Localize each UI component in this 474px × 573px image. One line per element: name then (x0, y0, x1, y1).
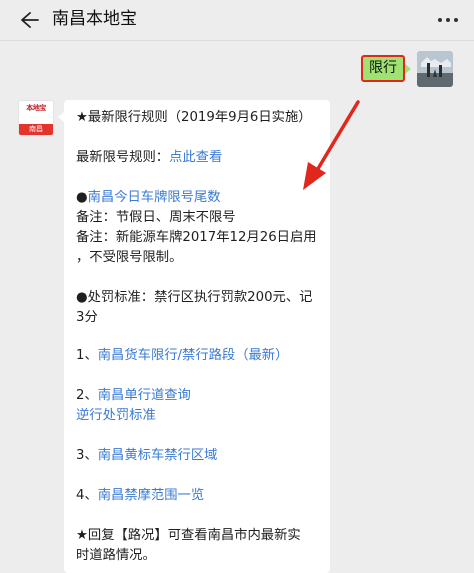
outgoing-message-bubble[interactable]: 限行 (361, 55, 405, 82)
road-status-tip-cont: 时道路情况。 (76, 548, 156, 563)
user-avatar[interactable] (417, 51, 453, 87)
today-limit-line: ●南昌今日车牌限号尾数 (76, 188, 221, 208)
today-limit-link[interactable]: 南昌今日车牌限号尾数 (88, 190, 221, 205)
note-new-energy: 备注：新能源车牌2017年12月26日启用 (76, 230, 317, 245)
bot-avatar[interactable]: 本地宝 南昌 (18, 100, 54, 136)
yellow-label-link[interactable]: 南昌黄标车禁行区域 (98, 448, 218, 463)
bot-avatar-logo-text: 本地宝 (26, 104, 46, 112)
more-dots-icon[interactable] (436, 11, 460, 29)
penalty-line-cont: 3分 (76, 310, 98, 325)
road-status-tip: ★回复【路况】可查看南昌市内最新实 (76, 528, 301, 543)
list-item-2-cont: 逆行处罚标准 (76, 406, 156, 426)
motorcycle-ban-link[interactable]: 南昌禁摩范围一览 (98, 488, 204, 503)
bullet: ● (76, 190, 88, 205)
top-bar: 南昌本地宝 (0, 0, 474, 41)
wrong-way-penalty-link[interactable]: 逆行处罚标准 (76, 408, 156, 423)
penalty-line: ●处罚标准：禁行区执行罚款200元、记 (76, 290, 313, 305)
list-item-3: 3、南昌黄标车禁行区域 (76, 448, 218, 463)
outgoing-bubble-tail (405, 64, 411, 74)
back-arrow-icon[interactable] (18, 9, 40, 31)
bot-avatar-city: 南昌 (19, 124, 53, 135)
one-way-link[interactable]: 南昌单行道查询 (98, 388, 191, 403)
list-item-4: 4、南昌禁摩范围一览 (76, 488, 205, 503)
latest-rule-label: 最新限号规则： (76, 150, 170, 165)
chat-title: 南昌本地宝 (52, 9, 137, 29)
note-holiday: 备注：节假日、周末不限号 (76, 210, 236, 225)
latest-rule-line: 最新限号规则：点此查看 (76, 148, 222, 168)
list-item-2: 2、南昌单行道查询 (76, 388, 191, 403)
incoming-message-bubble: ★最新限行规则（2019年9月6日实施） 最新限号规则：点此查看 ●南昌今日车牌… (64, 100, 330, 573)
truck-limit-link[interactable]: 南昌货车限行/禁行路段（最新） (98, 348, 289, 363)
user-avatar-image (417, 51, 453, 87)
list-item-1: 1、南昌货车限行/禁行路段（最新） (76, 348, 289, 363)
rule-title: ★最新限行规则（2019年9月6日实施） (76, 110, 312, 125)
view-rule-link[interactable]: 点此查看 (169, 150, 222, 165)
note-new-energy-cont: ，不受限号限制。 (76, 250, 183, 265)
